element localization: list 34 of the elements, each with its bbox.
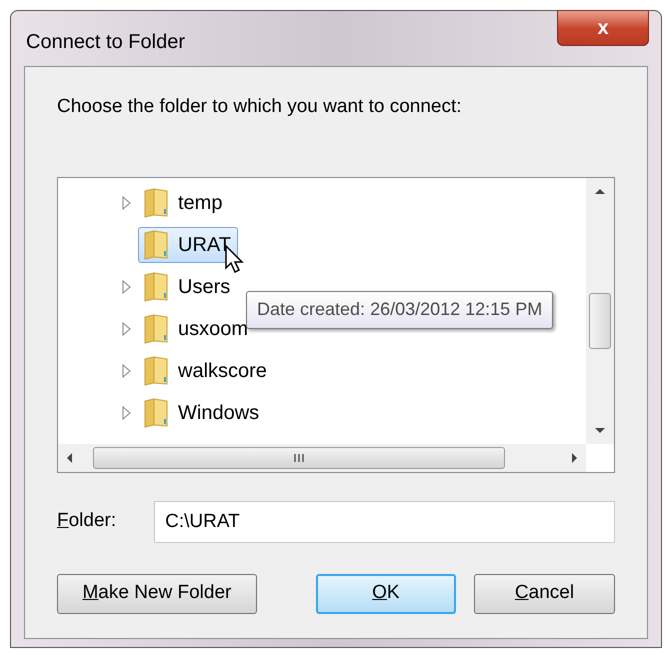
- expand-arrow-icon[interactable]: [122, 196, 130, 210]
- expand-arrow-icon[interactable]: [122, 406, 130, 420]
- horizontal-scrollbar[interactable]: [58, 444, 586, 472]
- tree-item[interactable]: temp: [138, 184, 230, 220]
- dialog-button[interactable]: Cancel: [474, 574, 615, 614]
- folder-icon: [142, 186, 170, 218]
- grip-icon: [293, 452, 305, 462]
- scroll-left-icon[interactable]: [66, 452, 73, 464]
- tree-item[interactable]: URAT: [138, 226, 238, 262]
- tree-item[interactable]: Windows: [138, 394, 266, 430]
- tooltip: Date created: 26/03/2012 12:15 PM: [246, 290, 554, 328]
- folder-icon: [142, 312, 170, 344]
- scrollbar-thumb[interactable]: [589, 292, 611, 348]
- scroll-up-icon[interactable]: [594, 188, 606, 194]
- vertical-scrollbar[interactable]: [586, 178, 614, 444]
- dialog-button[interactable]: OK: [316, 574, 456, 614]
- dialog-button[interactable]: Make New Folder: [57, 574, 257, 614]
- folder-icon: [142, 270, 170, 302]
- close-button[interactable]: x: [557, 10, 649, 46]
- scrollbar-thumb[interactable]: [93, 446, 505, 468]
- expand-arrow-icon[interactable]: [122, 364, 130, 378]
- scroll-right-icon[interactable]: [571, 452, 578, 464]
- expand-arrow-icon[interactable]: [122, 280, 130, 294]
- folder-field[interactable]: C:\URAT: [154, 500, 615, 542]
- scroll-down-icon[interactable]: [594, 426, 606, 434]
- folder-icon: [142, 354, 170, 386]
- window-title: Connect to Folder: [26, 30, 185, 55]
- tree-item[interactable]: walkscore: [138, 352, 274, 388]
- folder-label: Folder:: [57, 509, 116, 534]
- prompt-text: Choose the folder to which you want to connect:: [57, 95, 463, 119]
- tree-item[interactable]: Users: [138, 268, 238, 304]
- expand-arrow-icon[interactable]: [122, 322, 130, 336]
- folder-icon: [142, 228, 170, 260]
- folder-icon: [142, 396, 170, 428]
